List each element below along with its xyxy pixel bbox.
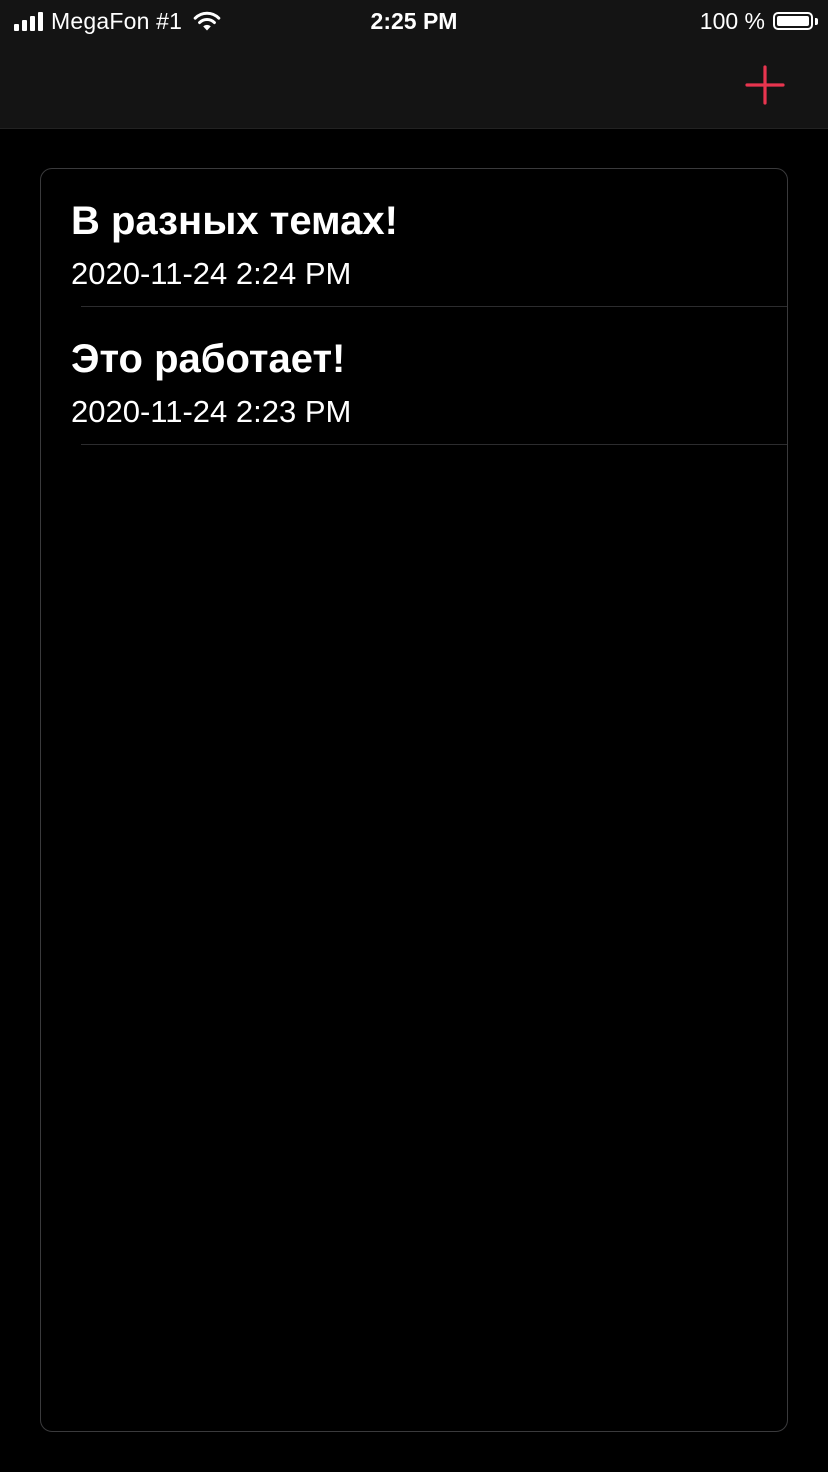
battery-percentage: 100 % — [699, 7, 765, 34]
battery-nub — [815, 17, 818, 25]
list-item[interactable]: В разных темах! 2020-11-24 2:24 PM — [41, 169, 787, 307]
battery-icon — [773, 12, 813, 30]
navigation-bar — [0, 42, 828, 129]
status-bar-right: 100 % — [700, 6, 818, 36]
list-item[interactable]: Это работает! 2020-11-24 2:23 PM — [41, 307, 787, 445]
add-note-button[interactable] — [740, 62, 790, 108]
note-title: Это работает! — [71, 337, 346, 381]
status-bar: MegaFon #1 2:25 PM 100 % — [0, 0, 828, 42]
note-date: 2020-11-24 2:24 PM — [71, 256, 352, 291]
note-date: 2020-11-24 2:23 PM — [71, 394, 352, 429]
row-separator — [81, 444, 787, 445]
note-title: В разных темах! — [71, 199, 398, 243]
plus-icon — [745, 65, 785, 105]
notes-list[interactable]: В разных темах! 2020-11-24 2:24 PM Это р… — [40, 168, 788, 1432]
